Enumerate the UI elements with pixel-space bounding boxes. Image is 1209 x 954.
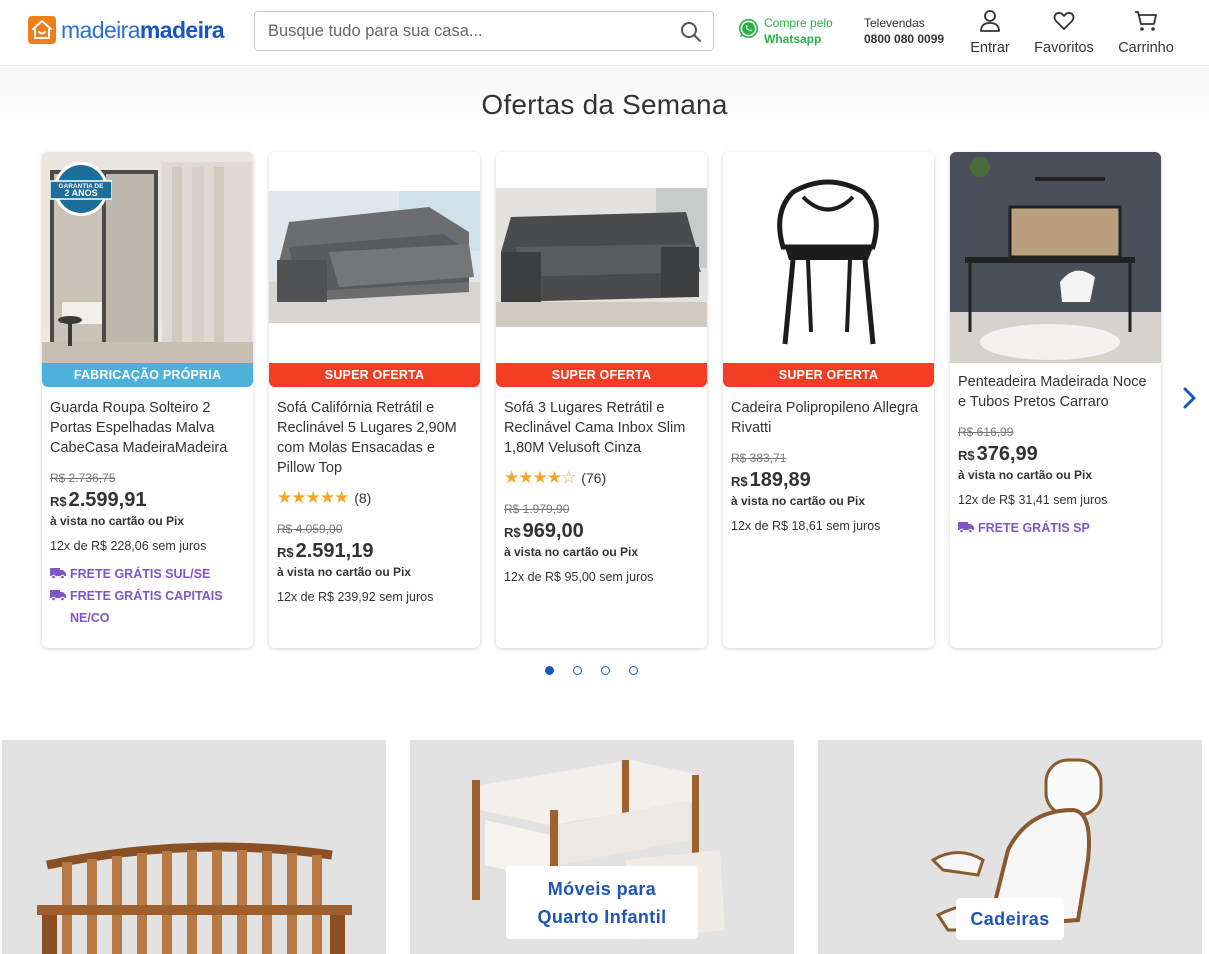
product-card[interactable]: SUPER OFERTA Cadeira Polipropileno Alleg… [723,152,934,648]
shipping-label: FRETE GRÁTIS SUL/SE [70,567,211,581]
product-tag: SUPER OFERTA [269,363,480,387]
shipping-info: FRETE GRÁTIS SP [958,517,1156,539]
product-old-price: R$ 1.979,90 [504,502,570,516]
product-tag: FABRICAÇÃO PRÓPRIA [42,363,253,387]
star-rating-icon: ★★★★★ [277,488,349,507]
product-card[interactable]: GARANTIA DE 2 ANOS FABRICAÇÃO PRÓPRIA Gu… [42,152,253,648]
carousel-dot[interactable] [629,666,638,675]
shipping-info: FRETE GRÁTIS SUL/SE FRETE GRÁTIS CAPITAI… [50,563,248,629]
product-old-price: R$ 4.059,00 [277,522,343,536]
badge-line2: 2 ANOS [64,188,97,198]
login-button[interactable]: Entrar [966,9,1014,56]
category-tile-quarto-infantil[interactable]: Móveis para Quarto Infantil [410,740,794,954]
favorites-button[interactable]: Favoritos [1030,9,1098,56]
cart-icon [1114,9,1178,33]
review-count[interactable]: (8) [354,490,371,506]
product-tag: SUPER OFERTA [496,363,707,387]
category-label-line1: Móveis para [547,879,657,899]
product-title[interactable]: Sofá 3 Lugares Retrátil e Reclinável Cam… [504,398,702,458]
televendas-label: Televendas [864,16,925,30]
product-image-chair[interactable] [723,152,934,363]
category-label[interactable]: Móveis para Quarto Infantil [506,866,698,939]
product-card[interactable]: SUPER OFERTA Sofá Califórnia Retrátil e … [269,152,480,648]
madeiramadeira-logo[interactable]: madeiramadeira [28,16,225,44]
televendas-phone: 0800 080 0099 [864,32,945,46]
product-installments: 12x de R$ 239,92 sem juros [277,590,434,604]
product-image-sofa[interactable] [269,152,480,363]
product-installments: 12x de R$ 31,41 sem juros [958,493,1108,507]
product-installments: 12x de R$ 95,00 sem juros [504,570,654,584]
search-icon[interactable] [680,21,702,48]
favorites-label: Favoritos [1034,40,1094,56]
product-image-vanity[interactable] [950,152,1161,363]
shipping-label: FRETE GRÁTIS SP [978,521,1090,535]
category-label-line2: Quarto Infantil [537,907,667,927]
televendas-info[interactable]: Televendas 0800 080 0099 [864,15,944,47]
category-tile-benches[interactable] [2,740,386,954]
product-installments: 12x de R$ 18,61 sem juros [731,519,881,533]
product-price: R$ 969,00 [504,520,584,542]
section-title: Ofertas da Semana [481,89,728,120]
product-installments: 12x de R$ 228,06 sem juros [50,539,207,553]
product-rating: ★★★★★ (8) [277,487,475,509]
carousel-dot[interactable] [601,666,610,675]
review-count[interactable]: (76) [581,470,606,486]
carousel-next-icon[interactable] [1181,386,1199,415]
cart-button[interactable]: Carrinho [1114,9,1178,56]
star-rating-icon: ★★★★☆ [504,468,576,487]
carousel-dot[interactable] [573,666,582,675]
carousel-dot[interactable] [545,666,554,675]
cart-label: Carrinho [1118,40,1174,56]
product-card[interactable]: SUPER OFERTA Sofá 3 Lugares Retrátil e R… [496,152,707,648]
product-price: R$ 2.591,19 [277,540,374,562]
product-title[interactable]: Penteadeira Madeirada Noce e Tubos Preto… [958,372,1156,412]
product-price: R$ 376,99 [958,443,1038,465]
whatsapp-link[interactable]: Compre pelo Whatsapp [737,15,833,47]
search-input[interactable] [255,12,655,50]
product-title[interactable]: Cadeira Polipropileno Allegra Rivatti [731,398,929,438]
search-box [254,11,714,51]
product-pix-note: à vista no cartão ou Pix [50,514,185,528]
category-label[interactable]: Cadeiras [956,898,1064,940]
bench-image [37,842,352,954]
login-label: Entrar [970,40,1010,56]
product-pix-note: à vista no cartão ou Pix [277,565,412,579]
product-pix-note: à vista no cartão ou Pix [958,468,1093,482]
product-tag: SUPER OFERTA [723,363,934,387]
carousel-pagination [545,666,657,675]
house-logo-icon [28,16,56,44]
truck-icon [50,568,66,579]
shipping-label: FRETE GRÁTIS CAPITAIS NE/CO [70,589,223,625]
category-tile-cadeiras[interactable]: Cadeiras [818,740,1202,954]
product-price: R$ 189,89 [731,469,811,491]
product-old-price: R$ 616,99 [958,425,1014,439]
product-pix-note: à vista no cartão ou Pix [504,545,639,559]
product-rating: ★★★★☆ (76) [504,467,702,489]
product-title[interactable]: Sofá Califórnia Retrátil e Reclinável 5 … [277,398,475,478]
whatsapp-line1: Compre pelo [764,16,833,30]
product-pix-note: à vista no cartão ou Pix [731,494,866,508]
product-card[interactable]: Penteadeira Madeirada Noce e Tubos Preto… [950,152,1161,648]
warranty-badge: GARANTIA DE 2 ANOS [49,160,113,223]
product-image-sofa[interactable] [496,152,707,363]
product-title[interactable]: Guarda Roupa Solteiro 2 Portas Espelhada… [50,398,248,458]
whatsapp-line2: Whatsapp [764,32,822,46]
user-icon [966,9,1014,33]
heart-icon [1030,9,1098,33]
product-price: R$ 2.599,91 [50,489,147,511]
site-header: madeiramadeira Compre pelo Whatsapp Tele… [0,0,1209,66]
truck-icon [50,590,66,601]
product-old-price: R$ 383,71 [731,451,787,465]
truck-icon [958,522,974,533]
product-old-price: R$ 2.736,75 [50,471,116,485]
whatsapp-icon [737,17,760,45]
logo-wordmark: madeiramadeira [61,16,225,43]
